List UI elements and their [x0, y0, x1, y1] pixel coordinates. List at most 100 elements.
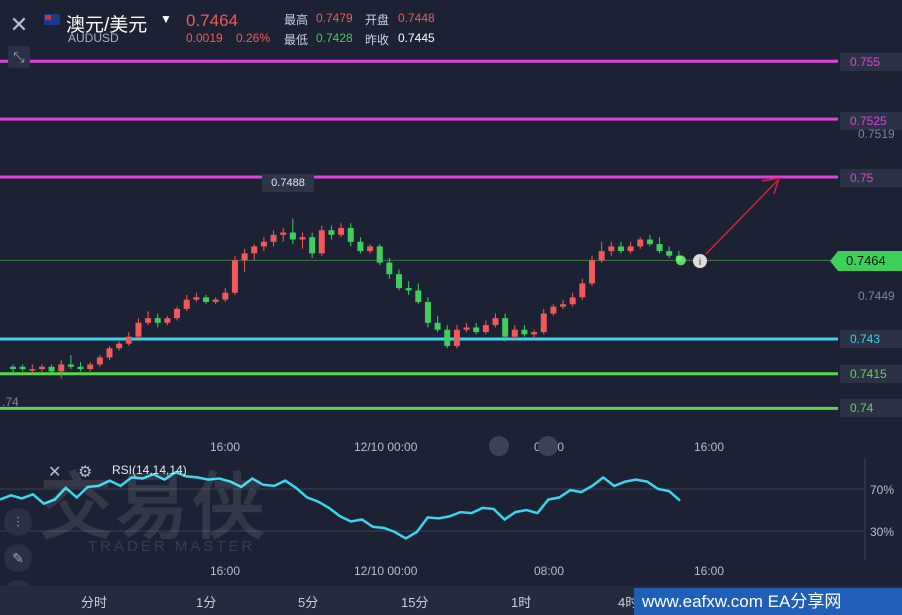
candle-body [560, 304, 567, 307]
candle-body [579, 283, 586, 298]
candle-body [203, 297, 209, 302]
price-change-percent: 0.26% [236, 31, 271, 45]
scroll-handle-left[interactable] [489, 436, 509, 456]
candle-body [19, 366, 26, 370]
candle-body [10, 366, 16, 370]
candle-body [627, 246, 634, 252]
candle-body [280, 232, 287, 235]
candle-body [405, 288, 412, 291]
candle-body [87, 364, 94, 370]
price-chart[interactable]: i [0, 0, 902, 460]
trend-arrowhead [761, 177, 781, 195]
candle-body [251, 246, 258, 254]
time-label: 16:00 [210, 564, 241, 578]
candle-body [482, 325, 489, 333]
candle-body [29, 369, 36, 371]
rsi-settings-icon[interactable]: ⚙ [78, 462, 92, 482]
candle-body [328, 230, 335, 235]
tf-1m[interactable]: 1分 [196, 592, 216, 611]
low-value: 0.7428 [316, 31, 353, 45]
scroll-handle-right[interactable] [538, 436, 558, 456]
candle-body [222, 292, 229, 300]
candle-body [376, 246, 383, 263]
candle-body [367, 246, 374, 252]
candle-body [617, 246, 624, 252]
candle-body [589, 260, 595, 284]
candle-body [174, 308, 181, 319]
level-label-0755: 0.755 [840, 53, 902, 71]
candle-body [569, 297, 576, 305]
candle-body [106, 348, 113, 358]
candle-body [463, 327, 470, 330]
rsi-level-70: 70% [870, 483, 895, 497]
trend-arrow [705, 179, 779, 255]
candle-body [67, 364, 74, 367]
candle-body [48, 366, 55, 372]
candle-body [299, 237, 306, 240]
candle-body [347, 227, 354, 242]
candle-body [116, 343, 123, 349]
current-price-tag: 0.7464 [830, 251, 902, 271]
candle-body [608, 246, 615, 252]
candle-body [453, 329, 460, 346]
candle-body [125, 336, 132, 344]
candle-body [415, 290, 422, 302]
candle-body [58, 364, 65, 372]
candle-body [270, 234, 277, 242]
rsi-close-icon[interactable]: ✕ [48, 462, 61, 482]
watermark-text: TRADER MASTER [88, 538, 256, 555]
indicator-icon[interactable]: ⫶ [4, 508, 32, 536]
candle-body [444, 329, 451, 346]
candle-body [550, 306, 557, 314]
candle-body [309, 237, 316, 254]
rsi-level-30: 30% [870, 525, 895, 539]
tf-15m[interactable]: 15分 [401, 592, 428, 611]
level-label-075: 0.75 [840, 169, 902, 187]
candle-body [396, 274, 402, 289]
time-label: 08:00 [534, 564, 565, 578]
candle-body [212, 299, 219, 302]
candle-body [540, 313, 547, 333]
high-label: 最高 [284, 13, 309, 27]
candle-body [96, 357, 103, 365]
tf-tick[interactable]: 分时 [81, 592, 107, 611]
time-label: 12/10 00:00 [354, 440, 418, 454]
high-price-tooltip: 0.7488 [262, 174, 314, 192]
current-price: 0.7464 [186, 11, 238, 30]
candle-body [231, 260, 238, 293]
high-value: 0.7479 [316, 11, 353, 25]
axis-tick-07449: 0.7449 [858, 289, 895, 303]
candle-body [473, 327, 480, 333]
candle-body [646, 239, 653, 245]
axis-tick-07519: 0.7519 [858, 127, 895, 141]
level-label-07415: 0.7415 [840, 365, 902, 383]
candle-body [531, 332, 538, 335]
candle-body [598, 251, 605, 261]
shrink-icon[interactable]: ⤡ [8, 46, 30, 68]
candle-body [260, 241, 267, 247]
candle-body [77, 366, 84, 370]
candle-body [521, 329, 528, 335]
low-label: 最低 [284, 33, 309, 47]
tf-1h[interactable]: 1时 [511, 592, 531, 611]
candle-body [241, 253, 248, 261]
close-icon[interactable]: ✕ [6, 12, 32, 38]
candle-body [193, 297, 200, 300]
candle-body [637, 239, 644, 247]
time-label: 16:00 [694, 440, 725, 454]
candle-body [424, 301, 431, 323]
chevron-down-icon[interactable]: ▼ [160, 12, 172, 26]
candle-body [289, 232, 296, 240]
time-label: 12/10 00:00 [354, 564, 418, 578]
price-change: 0.0019 [186, 31, 223, 45]
candle-body [154, 318, 161, 323]
candle-body [511, 329, 518, 337]
candle-body [135, 322, 142, 337]
left-axis-tick: .74 [2, 395, 19, 409]
info-icon-glyph: i [699, 257, 701, 268]
site-banner: www.eafxw.com EA分享网 [634, 588, 902, 615]
prev-close-value: 0.7445 [398, 31, 435, 45]
candle-body [666, 251, 673, 256]
tf-5m[interactable]: 5分 [298, 592, 318, 611]
pencil-icon[interactable]: ✎ [4, 544, 32, 572]
